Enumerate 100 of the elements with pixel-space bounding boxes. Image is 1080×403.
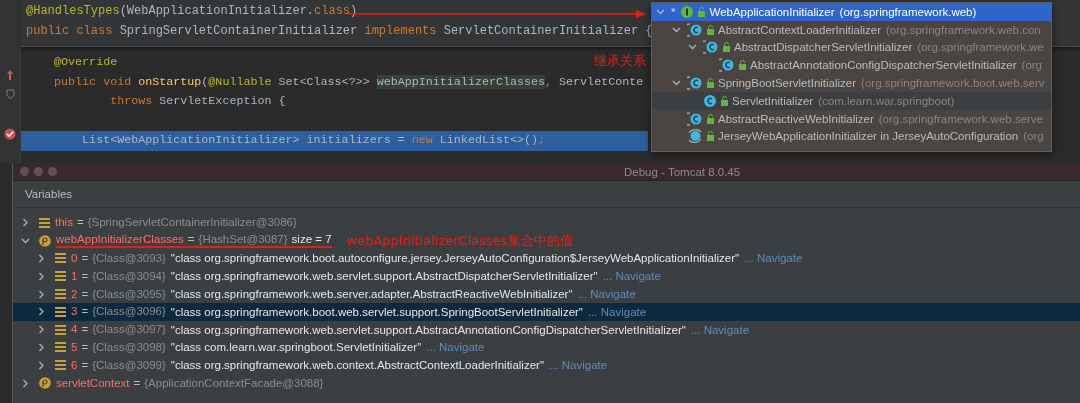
- variable-name: 2: [71, 287, 78, 300]
- navigate-link[interactable]: ... Navigate: [690, 323, 750, 336]
- lock-icon: [706, 78, 715, 89]
- variable-name: 4: [71, 323, 78, 336]
- lock-icon: [706, 131, 715, 142]
- variable-reference: {HashSet@3087}: [198, 233, 288, 246]
- field-icon: [55, 360, 66, 371]
- code-line: public void onStartup(@Nullable Set<Class<?>> webAppInitializerClasses, ServletConte: [53, 73, 644, 91]
- variable-size: size = 7: [291, 233, 332, 246]
- lock-icon: [706, 24, 715, 35]
- navigate-link[interactable]: ... Navigate: [587, 305, 647, 318]
- equals-sign: =: [81, 269, 89, 282]
- code-line: public class SpringServletContainerInitializer implements ServletContainerInitializer {: [26, 22, 653, 40]
- hierarchy-item[interactable]: AbstractAnnotationConfigDispatcherServletInitializer (org: [652, 56, 1051, 75]
- window-dot[interactable]: [48, 167, 57, 176]
- navigate-link[interactable]: ... Navigate: [744, 252, 803, 265]
- abstract-class-icon: [687, 22, 703, 37]
- equals-sign: =: [81, 340, 89, 353]
- interface-icon: [680, 4, 695, 19]
- lock-icon: [720, 95, 729, 106]
- hierarchy-item[interactable]: ServletInitializer (com.learn.war.springboot): [652, 92, 1051, 110]
- chevron-right-icon[interactable]: [21, 218, 30, 228]
- field-icon: [55, 324, 66, 335]
- parameter-icon: [39, 377, 51, 390]
- chevron-right-icon[interactable]: [37, 289, 46, 299]
- variable-value: "class org.springframework.web.context.AbstractContextLoaderInitializer": [170, 359, 544, 372]
- equals-sign: =: [81, 305, 89, 318]
- chevron-right-icon[interactable]: [21, 378, 30, 388]
- variable-reference: {Class@3098}: [92, 340, 166, 353]
- field-icon: [55, 271, 66, 282]
- panel-title: Variables: [25, 188, 73, 200]
- variable-name: webAppInitializerClasses: [56, 233, 184, 246]
- variable-reference: {ApplicationContextFacade@3088}: [144, 376, 324, 389]
- selected-variable-row[interactable]: 3 = {Class@3096} "class org.springframework.boot.web.servlet.support.SpringBootServletInitializer" ... Navigate: [13, 303, 1080, 321]
- variable-value: "class org.springframework.web.server.adapter.AbstractReactiveWebInitializer": [170, 288, 573, 301]
- abstract-class-icon: [703, 40, 719, 55]
- variable-value: "class com.learn.war.springboot.ServletInitializer": [170, 341, 422, 354]
- variable-reference: {SpringServletContainerInitializer@3086}: [87, 216, 297, 229]
- equals-sign: =: [81, 358, 89, 371]
- variable-name: this: [55, 216, 73, 229]
- equals-sign: =: [76, 216, 84, 229]
- field-icon: [39, 217, 50, 228]
- code-line: @HandlesTypes(WebApplicationInitializer.class): [26, 3, 358, 20]
- field-icon: [55, 342, 66, 353]
- abstract-class-icon: [719, 58, 735, 73]
- chevron-right-icon[interactable]: [37, 271, 46, 281]
- variable-name: 6: [71, 358, 78, 371]
- chevron-right-icon[interactable]: [37, 307, 46, 317]
- annotation-note: 继承关系: [594, 52, 646, 70]
- variable-reference: {Class@3099}: [92, 358, 166, 371]
- variable-name: 0: [71, 252, 78, 264]
- chevron-down-icon[interactable]: [21, 237, 30, 244]
- variable-name: 5: [71, 340, 78, 353]
- window-title: Debug - Tomcat 8.0.45: [624, 165, 741, 178]
- variable-reference: {Class@3097}: [92, 323, 166, 336]
- variable-value: "class org.springframework.boot.web.servlet.support.SpringBootServletInitializer": [170, 305, 583, 318]
- chevron-right-icon[interactable]: [37, 342, 46, 352]
- variable-reference: {Class@3093}: [92, 252, 166, 264]
- window-dot[interactable]: [34, 167, 43, 176]
- equals-sign: =: [187, 233, 195, 246]
- chevron-right-icon[interactable]: [37, 254, 46, 263]
- chevron-down-icon[interactable]: [656, 8, 665, 15]
- chevron-down-icon[interactable]: [672, 80, 681, 87]
- hierarchy-item[interactable]: * WebApplicationInitializer (org.springframework.web): [652, 3, 1051, 21]
- equals-sign: =: [81, 287, 89, 300]
- annotation-note: webAppInitializerClasses集合中的值: [346, 231, 573, 250]
- variable-reference: {Class@3094}: [92, 269, 166, 282]
- hierarchy-item[interactable]: AbstractDispatcherServletInitializer (org.springframework.we: [652, 38, 1051, 57]
- breakpoint-icon[interactable]: [4, 127, 16, 140]
- field-icon: [55, 306, 66, 317]
- navigate-link[interactable]: ... Navigate: [577, 288, 636, 301]
- navigate-link[interactable]: ... Navigate: [426, 341, 485, 354]
- abstract-class-icon: [687, 111, 703, 126]
- lock-icon: [697, 6, 707, 17]
- variable-value: "class org.springframework.boot.autoconfigure.jersey.JerseyAutoConfiguration$JerseyWebApplicationInitializer": [170, 252, 740, 265]
- hierarchy-item[interactable]: AbstractContextLoaderInitializer (org.springframework.web.con: [652, 20, 1051, 39]
- equals-sign: =: [81, 252, 89, 264]
- chevron-right-icon[interactable]: [37, 360, 46, 370]
- code-line: @Override: [53, 54, 118, 71]
- equals-sign: =: [81, 323, 89, 336]
- class-icon: [703, 93, 717, 108]
- fold-icon[interactable]: [5, 89, 15, 101]
- window-dot[interactable]: [20, 167, 29, 176]
- override-arrow-icon[interactable]: [6, 69, 14, 82]
- lock-icon: [706, 113, 715, 124]
- chevron-down-icon[interactable]: [672, 26, 681, 33]
- navigate-link[interactable]: ... Navigate: [602, 270, 661, 283]
- field-icon: [55, 253, 66, 264]
- hierarchy-item[interactable]: JerseyWebApplicationInitializer in JerseyAutoConfiguration (org: [652, 127, 1051, 146]
- field-icon: [55, 289, 66, 300]
- code-line: throws ServletException {: [109, 93, 286, 110]
- navigate-link[interactable]: ... Navigate: [548, 359, 608, 372]
- equals-sign: =: [133, 376, 141, 389]
- chevron-down-icon[interactable]: [688, 44, 697, 51]
- hierarchy-item[interactable]: AbstractReactiveWebInitializer (org.springframework.web.serve: [652, 109, 1051, 128]
- variable-name: 1: [71, 269, 78, 282]
- variable-name: 3: [71, 305, 78, 318]
- chevron-right-icon[interactable]: [37, 325, 46, 335]
- hierarchy-item[interactable]: SpringBootServletInitializer (org.springframework.boot.web.serv: [652, 74, 1051, 92]
- parameter-icon: [39, 234, 51, 247]
